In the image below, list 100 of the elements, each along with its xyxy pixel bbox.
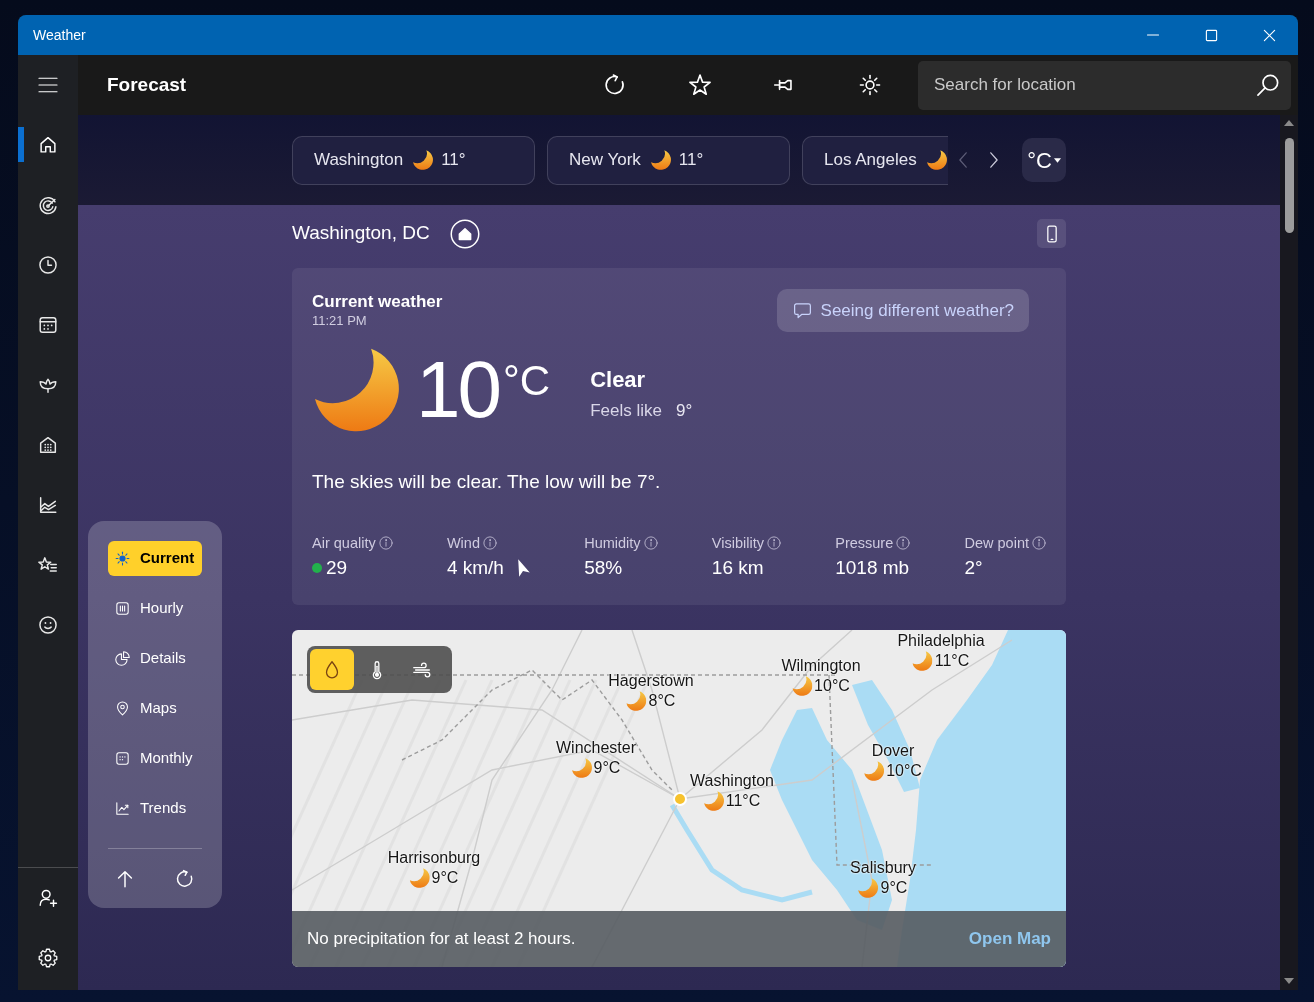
scrollbar-thumb[interactable] [1284,138,1294,233]
feels-like-label: Feels like [590,400,662,423]
minimize-icon [1147,34,1159,36]
close-icon [1262,28,1276,42]
sun-icon [114,550,131,567]
stat-label: Humidity [584,534,641,552]
chevron-right-icon [988,152,998,168]
home-icon [37,134,59,156]
condition-text: Clear [590,366,647,395]
stat-label: Pressure [835,534,894,552]
page-title: Forecast [106,72,188,97]
forecast-summary: The skies will be clear. The low will be 7°. [312,470,662,494]
city-name: Salisbury [850,858,916,878]
moon-icon [912,651,933,671]
city-temperature: 11°C [934,651,970,671]
building-icon [37,434,59,456]
stat-label: Wind [446,534,480,552]
smiley-icon [37,614,59,636]
moon-icon [626,691,647,711]
location-chip[interactable]: Los Angeles [802,135,948,185]
refresh-icon [174,868,196,890]
section-nav-item[interactable]: Hourly [108,591,202,626]
stat-label: Air quality [312,534,376,552]
moon-icon [409,868,430,888]
map-status-text: No precipitation for at least 2 hours. [307,928,576,951]
moon-icon [413,150,434,170]
info-icon[interactable] [643,536,658,550]
section-nav-item[interactable]: Details [108,641,202,676]
moon-icon [858,878,879,898]
info-icon[interactable] [1032,536,1046,550]
city-temperature: 10°C [886,761,922,781]
location-name: Washington, DC [292,221,430,246]
moon-icon [926,150,947,170]
chevron-left-icon [958,152,968,168]
moon-icon [571,758,592,778]
window-title: Weather [32,25,87,45]
stat-value: 1018 mb [835,556,910,580]
moon-icon [650,150,671,170]
add-person-icon [37,887,59,909]
city-name: Philadelphia [897,631,985,651]
feedback-button[interactable]: Seeing different weather? [776,289,1029,332]
city-temperature: 10°C [814,676,850,696]
maximize-icon [1204,28,1218,42]
section-nav-item[interactable]: Current [108,541,202,576]
layer-button[interactable] [310,649,354,690]
section-nav-item[interactable]: Maps [108,691,202,726]
moon-icon [864,761,885,781]
stat-value: 29 [326,556,348,580]
city-name: Wilmington [781,656,861,676]
info-icon[interactable] [896,536,911,550]
city-name: Dover [871,741,915,761]
city-name: Winchester [556,738,636,758]
chat-icon [791,300,813,321]
city-temperature: 9°C [431,868,459,888]
city-name: Harrisonburg [387,848,481,868]
city-temperature: 11°C [725,791,761,811]
location-chip[interactable]: Washington 11° [292,135,535,185]
moon-icon [703,791,724,811]
line-chart-icon [114,800,131,817]
observation-time: 11:21 PM [312,312,368,330]
location-chip[interactable]: New York 11° [547,135,790,185]
section-nav-item[interactable]: Trends [108,791,202,826]
columns-icon [114,600,131,617]
chart-icon [37,494,59,516]
location-pin-icon [114,700,131,717]
section-nav-item[interactable]: Monthly [108,741,202,776]
stat-value: 4 km/h [446,556,504,580]
card-title: Current weather [312,292,443,312]
stat-value: 2° [964,556,983,580]
home-icon[interactable] [449,218,480,249]
info-icon[interactable] [378,536,393,550]
settings-icon [37,947,59,969]
device-button[interactable] [1037,219,1066,248]
city-temperature: 9°C [880,878,908,898]
stat-label: Visibility [711,534,764,552]
star-icon [686,72,713,98]
city-temperature: 8°C [648,691,676,711]
info-icon[interactable] [766,536,781,550]
arrow-icon [517,559,530,577]
city-name: Washington [690,771,774,791]
search-field[interactable]: Search for location [918,60,1291,110]
clock-icon [37,254,59,276]
feels-like-value: 9° [675,400,693,423]
info-icon[interactable] [482,536,497,550]
unit-button[interactable]: °C [1022,138,1066,182]
city-name: Hagerstown [608,671,694,691]
dots-grid-icon [114,750,131,767]
pie-chart-icon [114,650,131,667]
moon-icon [792,676,813,696]
city-temperature: 9°C [593,758,621,778]
scroll-up-arrow-icon[interactable] [1284,120,1294,126]
stat-value: 16 km [711,556,764,580]
radar-icon [37,194,59,216]
stat-label: Dew point [964,534,1029,552]
scroll-down-arrow-icon[interactable] [1284,978,1294,984]
menu-icon [35,76,61,94]
caret-icon [1053,157,1061,163]
stat-value: 58% [584,556,623,580]
calendar-icon [37,314,59,336]
moon-icon [315,348,399,432]
